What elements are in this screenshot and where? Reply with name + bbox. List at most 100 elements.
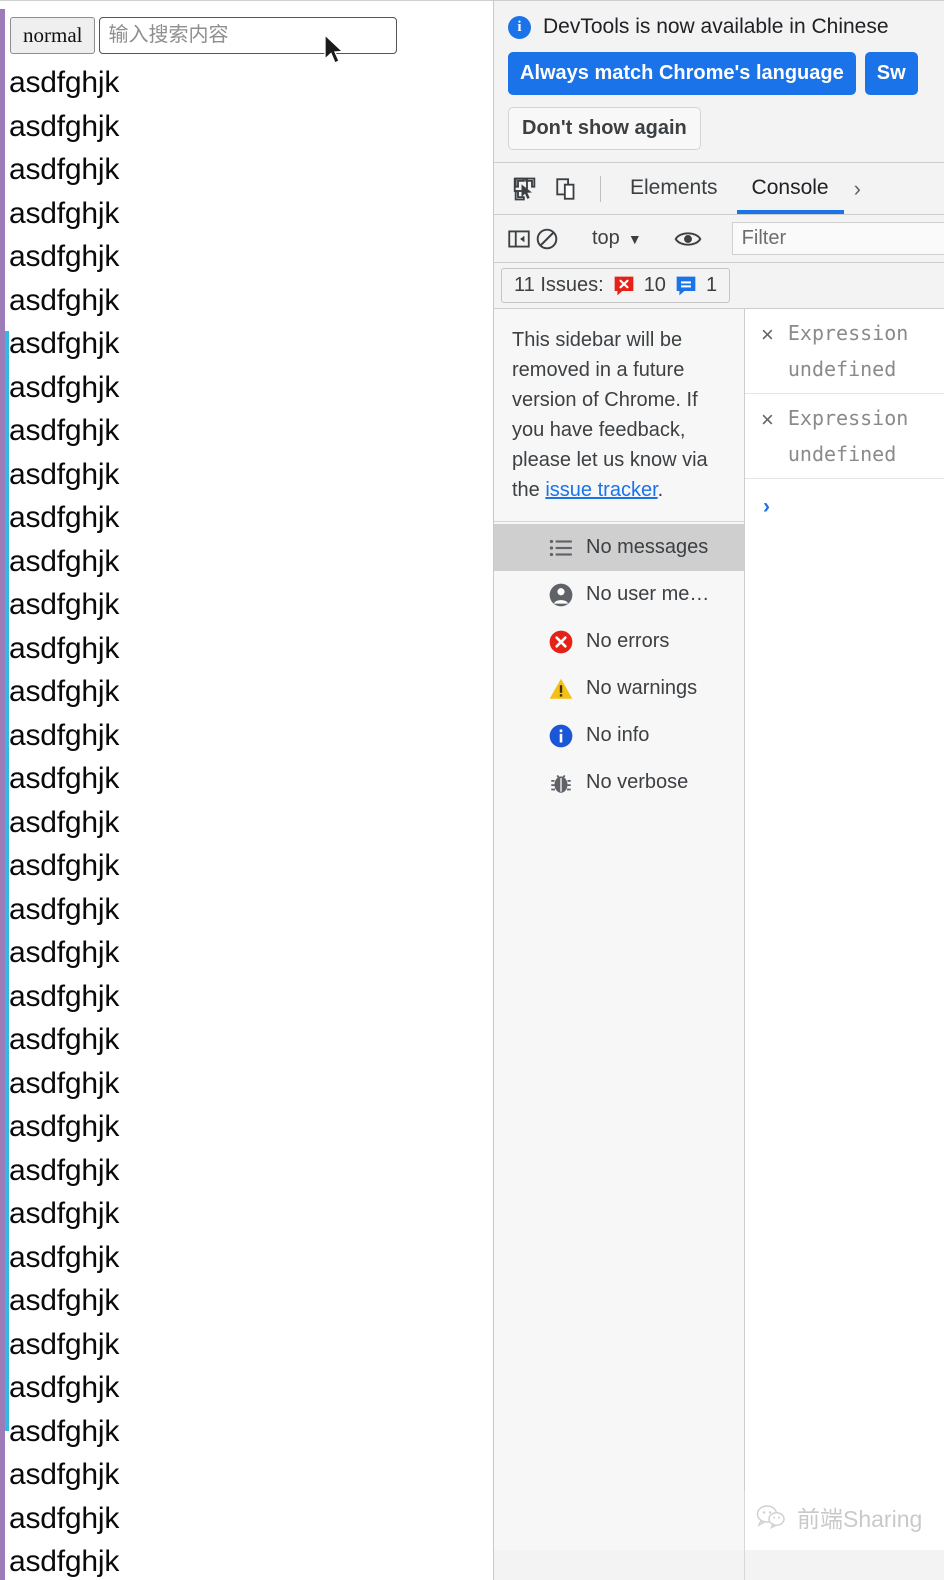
switch-language-button[interactable]: Sw	[864, 52, 918, 95]
list-item[interactable]: asdfghjk	[9, 1410, 479, 1454]
console-sidebar: This sidebar will be removed in a future…	[494, 309, 745, 1550]
list-item[interactable]: asdfghjk	[9, 931, 479, 975]
sidebar-item-no-verbose[interactable]: No verbose	[494, 759, 744, 806]
close-icon[interactable]: ×	[761, 406, 774, 434]
chevron-down-icon: ▼	[627, 230, 642, 247]
list-item[interactable]: asdfghjk	[9, 453, 479, 497]
list-item[interactable]: asdfghjk	[9, 61, 479, 105]
console-sidebar-toggle-icon[interactable]	[506, 220, 532, 258]
list-item[interactable]: asdfghjk	[9, 714, 479, 758]
list-item[interactable]: asdfghjk	[9, 1323, 479, 1367]
dont-show-again-button[interactable]: Don't show again	[508, 107, 701, 150]
console-toolbar: top ▼	[494, 215, 944, 263]
live-expression-icon[interactable]	[674, 220, 702, 258]
list-item[interactable]: asdfghjk	[9, 757, 479, 801]
sidebar-item-no-user-me[interactable]: No user me…	[494, 571, 744, 618]
list-item[interactable]: asdfghjk	[9, 1018, 479, 1062]
watermark-divider	[744, 1490, 745, 1580]
list-item[interactable]: asdfghjk	[9, 322, 479, 366]
device-toolbar-icon[interactable]	[548, 170, 586, 208]
list-item[interactable]: asdfghjk	[9, 540, 479, 584]
live-expression-name[interactable]: Expression	[788, 406, 908, 430]
list-item[interactable]: asdfghjk	[9, 888, 479, 932]
list-item[interactable]: asdfghjk	[9, 1062, 479, 1106]
live-expression-texts: Expression undefined	[788, 321, 908, 381]
bug-icon	[548, 770, 574, 796]
person-icon	[548, 582, 574, 608]
execution-context-dropdown[interactable]: top ▼	[584, 227, 650, 250]
list-item[interactable]: asdfghjk	[9, 1453, 479, 1497]
mode-normal-button[interactable]: normal	[10, 17, 96, 54]
sidebar-item-no-warnings[interactable]: No warnings	[494, 665, 744, 712]
list-item[interactable]: asdfghjk	[9, 1149, 479, 1193]
issues-info-count: 1	[705, 274, 718, 296]
sidebar-item-no-messages[interactable]: No messages	[494, 524, 744, 571]
screenshot-root: normal asdfghjkasdfghjkasdfghjkasdfghjka…	[0, 0, 944, 1580]
list-item[interactable]: asdfghjk	[9, 975, 479, 1019]
list-item[interactable]: asdfghjk	[9, 366, 479, 410]
live-expression-name[interactable]: Expression	[788, 321, 908, 345]
list-item[interactable]: asdfghjk	[9, 1105, 479, 1149]
chevron-right-icon[interactable]: ›	[848, 176, 867, 202]
console-output: × Expression undefined × Expression undefined…	[745, 309, 944, 1550]
live-expression-value: undefined	[787, 357, 897, 381]
error-icon	[548, 629, 574, 655]
error-badge-icon	[614, 276, 634, 295]
sidebar-item-label: No messages	[586, 536, 709, 558]
issues-error-count: 10	[643, 274, 666, 296]
sidebar-item-label: No verbose	[586, 771, 689, 793]
live-expression-row[interactable]: × Expression undefined	[745, 394, 944, 479]
list-item[interactable]: asdfghjk	[9, 1236, 479, 1280]
sidebar-notice-suffix: .	[657, 479, 664, 501]
list-item[interactable]: asdfghjk	[9, 148, 479, 192]
list-icon	[548, 535, 574, 561]
list-item[interactable]: asdfghjk	[9, 105, 479, 149]
list-item[interactable]: asdfghjk	[9, 1192, 479, 1236]
list-item[interactable]: asdfghjk	[9, 844, 479, 888]
list-item[interactable]: asdfghjk	[9, 192, 479, 236]
list-item[interactable]: asdfghjk	[9, 409, 479, 453]
issues-summary-button[interactable]: 11 Issues: 10 1	[501, 268, 731, 303]
list-item[interactable]: asdfghjk	[9, 1366, 479, 1410]
sidebar-item-label: No errors	[586, 630, 670, 652]
close-icon[interactable]: ×	[761, 321, 774, 349]
list-item[interactable]: asdfghjk	[9, 583, 479, 627]
list-item[interactable]: asdfghjk	[9, 1497, 479, 1541]
live-expression-texts: Expression undefined	[788, 406, 908, 466]
list-item[interactable]: asdfghjk	[9, 670, 479, 714]
sidebar-filter-list: No messages No user me… No errors No warnin…	[494, 522, 744, 806]
live-expression-row[interactable]: × Expression undefined	[745, 309, 944, 394]
sidebar-item-no-errors[interactable]: No errors	[494, 618, 744, 665]
list-item[interactable]: asdfghjk	[9, 235, 479, 279]
devtools-language-banner: i DevTools is now available in Chinese A…	[494, 1, 944, 163]
sidebar-item-label: No user me…	[586, 583, 710, 605]
issues-bar: 11 Issues: 10 1	[494, 263, 944, 309]
info-badge-icon	[676, 276, 696, 295]
banner-message-row: i DevTools is now available in Chinese	[508, 15, 944, 39]
issue-tracker-link[interactable]: issue tracker	[545, 479, 657, 501]
live-expression-value: undefined	[787, 442, 897, 466]
list-item[interactable]: asdfghjk	[9, 1540, 479, 1580]
console-body: This sidebar will be removed in a future…	[494, 309, 944, 1550]
tab-elements[interactable]: Elements	[615, 163, 733, 214]
list-item[interactable]: asdfghjk	[9, 627, 479, 671]
list-item[interactable]: asdfghjk	[9, 496, 479, 540]
always-match-language-button[interactable]: Always match Chrome's language	[508, 52, 856, 95]
clear-console-icon[interactable]	[534, 220, 560, 258]
devtools-tabbar: Elements Console ›	[494, 163, 944, 215]
sidebar-item-no-info[interactable]: No info	[494, 712, 744, 759]
execution-context-label: top	[592, 227, 620, 249]
search-input[interactable]	[99, 17, 398, 54]
inspect-element-icon[interactable]	[506, 170, 544, 208]
list-item[interactable]: asdfghjk	[9, 1279, 479, 1323]
live-expressions-list: × Expression undefined × Expression undefined	[745, 309, 944, 479]
console-filter-input[interactable]	[731, 222, 944, 255]
toolbar-divider	[600, 175, 601, 202]
list-item[interactable]: asdfghjk	[9, 801, 479, 845]
tab-console[interactable]: Console	[736, 163, 844, 214]
console-prompt-row[interactable]: ›	[745, 479, 944, 519]
info-icon: i	[508, 15, 531, 39]
devtools-panel: i DevTools is now available in Chinese A…	[493, 0, 944, 1580]
list-item[interactable]: asdfghjk	[9, 279, 479, 323]
page-search-row: normal	[10, 17, 398, 54]
